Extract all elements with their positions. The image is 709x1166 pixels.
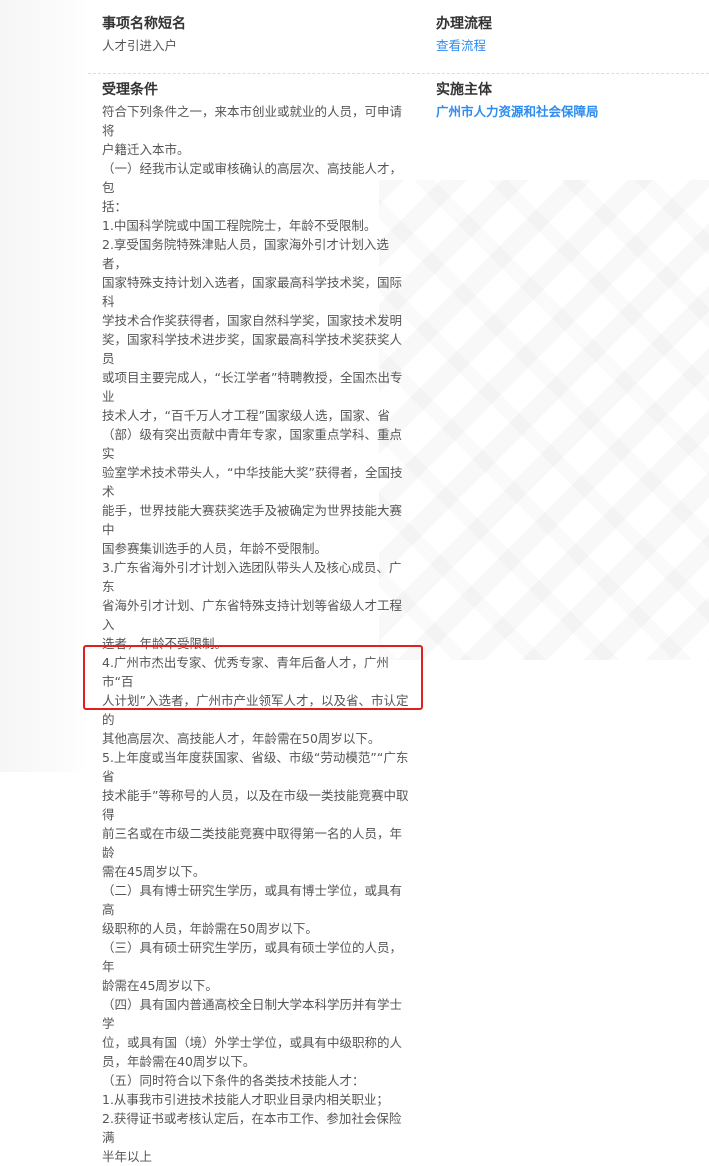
- condition-line: 技术能手”等称号的人员，以及在市级一类技能竞赛中取得: [102, 788, 409, 822]
- condition-line: 技术人才，“百千万人才工程”国家级人选，国家、省: [102, 408, 390, 423]
- condition-line: 奖，国家科学技术进步奖，国家最高科学技术奖获奖人员: [102, 332, 403, 366]
- section-divider: [88, 73, 709, 75]
- condition-line: 或项目主要完成人，“长江学者”特聘教授，全国杰出专业: [102, 370, 403, 404]
- condition-line: 需在45周岁以下。: [102, 864, 206, 879]
- condition-line: 前三名或在市级二类技能竞赛中取得第一名的人员，年龄: [102, 826, 403, 860]
- process-label: 办理流程: [436, 16, 492, 32]
- condition-line: 3.广东省海外引才计划入选团队带头人及核心成员、广东: [102, 560, 402, 594]
- condition-line: （五）同时符合以下条件的各类技术技能人才：: [102, 1073, 365, 1088]
- condition-line: 5.上年度或当年度获国家、省级、市级“劳动模范”“广东省: [102, 750, 409, 784]
- authority-label: 实施主体: [436, 82, 492, 98]
- condition-line: 户籍迁入本市。: [102, 142, 190, 157]
- highlight-annotation-box: [83, 645, 423, 710]
- condition-line: 半年以上: [102, 1149, 153, 1164]
- authority-section: 实施主体 广州市人力资源和社会保障局: [436, 80, 696, 121]
- left-gutter: [0, 0, 88, 772]
- condition-line: 国参赛集训选手的人员，年龄不受限制。: [102, 541, 328, 556]
- condition-line: 龄需在45周岁以下。: [102, 978, 218, 993]
- condition-line-highlighted: 员，年龄需在40周岁以下。: [102, 1054, 256, 1069]
- background-pattern: [379, 180, 709, 660]
- condition-line: 符合下列条件之一，来本市创业或就业的人员，可申请将: [102, 104, 403, 138]
- condition-line: 验室学术技术带头人，“中华技能大奖”获得者，全国技术: [102, 465, 403, 499]
- process-section: 办理流程 查看流程: [436, 14, 696, 55]
- conditions-label: 受理条件: [102, 82, 158, 98]
- condition-line: 1.从事我市引进技术技能人才职业目录内相关职业；: [102, 1092, 389, 1107]
- condition-line: 能手，世界技能大赛获奖选手及被确定为世界技能大赛中: [102, 503, 403, 537]
- item-name-value: 人才引进入户: [102, 38, 178, 53]
- condition-line: 1.中国科学院或中国工程院院士，年龄不受限制。: [102, 218, 377, 233]
- condition-line: 2.享受国务院特殊津贴人员，国家海外引才计划入选者，: [102, 237, 389, 271]
- conditions-section: 受理条件 符合下列条件之一，来本市创业或就业的人员，可申请将 户籍迁入本市。 （…: [102, 80, 412, 1166]
- condition-line-highlighted: 位，或具有国（境）外学士学位，或具有中级职称的人: [102, 1035, 403, 1050]
- view-process-link[interactable]: 查看流程: [436, 36, 696, 55]
- condition-line: 学技术合作奖获得者，国家自然科学奖，国家技术发明: [102, 313, 403, 328]
- condition-line: 其他高层次、高技能人才，年龄需在50周岁以下。: [102, 731, 381, 746]
- item-name-label: 事项名称短名: [102, 16, 186, 32]
- condition-line-highlighted: （四）具有国内普通高校全日制大学本科学历并有学士学: [102, 997, 403, 1031]
- condition-line: 国家特殊支持计划入选者，国家最高科学技术奖，国际科: [102, 275, 403, 309]
- condition-line: 括：: [102, 199, 128, 214]
- conditions-text: 符合下列条件之一，来本市创业或就业的人员，可申请将 户籍迁入本市。 （一）经我市…: [102, 102, 412, 1166]
- condition-line: 级职称的人员，年龄需在50周岁以下。: [102, 921, 318, 936]
- item-name-section: 事项名称短名 人才引进入户: [102, 14, 412, 55]
- condition-line: （二）具有博士研究生学历，或具有博士学位，或具有高: [102, 883, 403, 917]
- condition-line: （三）具有硕士研究生学历，或具有硕士学位的人员，年: [102, 940, 403, 974]
- condition-line: （部）级有突出贡献中青年专家，国家重点学科、重点实: [102, 427, 403, 461]
- condition-line: （一）经我市认定或审核确认的高层次、高技能人才，包: [102, 161, 403, 195]
- condition-line: 省海外引才计划、广东省特殊支持计划等省级人才工程入: [102, 598, 403, 632]
- condition-line: 2.获得证书或考核认定后，在本市工作、参加社会保险满: [102, 1111, 402, 1145]
- authority-link[interactable]: 广州市人力资源和社会保障局: [436, 102, 696, 121]
